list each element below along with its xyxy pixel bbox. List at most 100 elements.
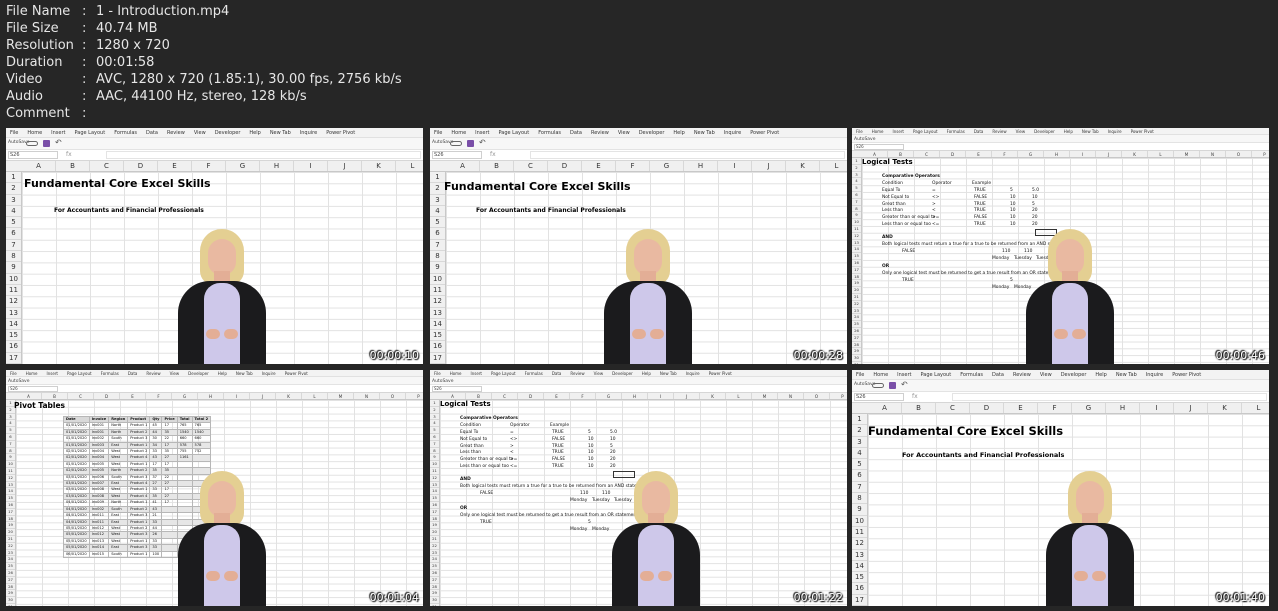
and-result: FALSE <box>480 491 494 496</box>
ribbon-tab: Developer <box>1034 129 1055 134</box>
row-header: 31 <box>6 604 15 606</box>
row-header: 12 <box>852 538 867 550</box>
ribbon-tab: Home <box>27 130 43 136</box>
row-header: 24 <box>852 314 861 322</box>
column-header: C <box>492 393 518 399</box>
ribbon-tabs: File Home Insert Page Layout Formulas Data Rev… <box>6 128 423 138</box>
resolution-value: 1280 x 720 <box>96 38 170 53</box>
duration-value: 00:01:58 <box>96 55 155 70</box>
row-header: 4 <box>430 206 445 218</box>
thumbnail-4[interactable]: File Home Insert Page Layout Formulas Data Rev… <box>6 370 423 606</box>
ribbon-tab: Help <box>641 371 651 376</box>
column-header: P <box>406 393 423 399</box>
row-header: 21 <box>430 536 439 543</box>
timestamp: 00:01:22 <box>793 591 843 604</box>
ribbon-tab: Insert <box>46 371 58 376</box>
column-header: N <box>1200 151 1226 157</box>
column-header: M <box>1174 151 1200 157</box>
row-header: 10 <box>430 274 445 285</box>
table-cell: 05/01/2020 <box>63 544 90 552</box>
ribbon-tab: Home <box>871 129 884 134</box>
table-cell: 05/01/2020 <box>63 537 90 546</box>
column-header: F <box>146 393 172 399</box>
table-cell: Product 3 <box>127 435 151 443</box>
row-headers: 1 2 3 4 5 6 7 8 9 10 11 12 13 14 15 16 17 18 19 20 21 22 23 24 2… <box>6 400 16 606</box>
table-cell: Product 2 <box>127 524 151 533</box>
column-header: C <box>90 161 124 171</box>
timestamp: 00:01:40 <box>1215 591 1265 604</box>
row-header: 23 <box>6 550 15 557</box>
row-header: 7 <box>852 482 867 494</box>
row-header: 27 <box>852 335 861 342</box>
row-header: 4 <box>852 178 861 186</box>
column-header: L <box>820 161 847 171</box>
column-header: K <box>700 393 726 399</box>
ribbon-tab: Inquire <box>1107 129 1122 134</box>
ribbon-tab: Page Layout <box>67 371 92 376</box>
thumbnail-3[interactable]: File Home Insert Page Layout Formulas Data Rev… <box>852 128 1269 364</box>
row-header: 10 <box>6 274 21 285</box>
ribbon-tab: Review <box>992 129 1007 134</box>
sheet-subtitle: For Accountants and Financial Profession… <box>902 451 1065 459</box>
column-header: L <box>1242 403 1269 413</box>
logic-cell: Great than <box>882 201 906 207</box>
logic-cell: TRUE <box>974 201 986 207</box>
undo-icon: ↶ <box>479 138 486 147</box>
undo-icon: ↶ <box>55 138 62 147</box>
row-header: 11 <box>852 527 867 539</box>
logic-cell: TRUE <box>974 188 986 193</box>
column-header: K <box>276 393 302 399</box>
logic-cell: <= <box>932 222 940 227</box>
thumbnail-1[interactable]: File Home Insert Page Layout Formulas Data Rev… <box>6 128 423 364</box>
column-header: A <box>446 161 480 171</box>
row-header: 1 <box>852 158 861 165</box>
logic-cell: 10 <box>1010 201 1016 207</box>
row-header: 30 <box>852 355 861 362</box>
row-header: 4 <box>852 448 867 460</box>
column-header: F <box>192 161 226 171</box>
row-header: 5 <box>852 459 867 471</box>
ribbon-tab: Home <box>873 372 889 378</box>
row-header: 9 <box>6 262 21 274</box>
thumbnail-2[interactable]: File Home Insert Page Layout Formulas Data Rev… <box>430 128 847 364</box>
and-label: AND <box>882 235 893 240</box>
table-cell: 04/01/2020 <box>63 505 90 514</box>
column-header: E <box>158 161 192 171</box>
column-header: F <box>570 393 596 399</box>
column-header: C <box>68 393 94 399</box>
row-header: 19 <box>852 280 861 288</box>
row-header: 9 <box>430 454 439 462</box>
ribbon-tab: Help <box>249 130 261 136</box>
formula-bar: S26 fx <box>6 150 423 161</box>
table-cell: 01/01/2020 <box>63 428 90 437</box>
meta-row-audio: Audio: AAC, 44100 Hz, stereo, 128 kb/s <box>6 89 307 104</box>
row-header: 3 <box>852 437 867 448</box>
ribbon-tab: Inquire <box>261 371 276 376</box>
fx-icon: fx <box>912 393 918 400</box>
meta-row-video: Video: AVC, 1280 x 720 (1.85:1), 30.00 fp… <box>6 72 402 87</box>
ribbon-tab: Inquire <box>723 130 742 136</box>
ribbon-tabs: File Home Insert Page Layout Formulas Data Rev… <box>852 128 1269 135</box>
thumbnail-5[interactable]: File Home Insert Page Layout Formulas Data Rev… <box>430 370 847 606</box>
logic-cell: TRUE <box>974 208 986 214</box>
ribbon-tab: New Tab <box>269 130 291 136</box>
ribbon-tab: Data <box>146 130 158 136</box>
logic-cell: 10 <box>588 436 594 442</box>
row-header: 31 <box>852 362 861 364</box>
thumbnail-6[interactable]: File Home Insert Page Layout Formulas Data Rev… <box>852 370 1269 606</box>
table-cell: 01/01/2020 <box>63 422 90 430</box>
formula-bar: S26 <box>430 385 847 393</box>
row-header: 6 <box>852 470 867 482</box>
ribbon-tab: Data <box>973 129 984 134</box>
ribbon-tab: Home <box>25 371 38 376</box>
ribbon-tab: File <box>434 371 441 376</box>
column-header: B <box>466 393 492 399</box>
formula-bar: S26 fx <box>430 150 847 161</box>
column-header: K <box>1208 403 1242 413</box>
file-metadata: File Name:1 - Introduction.mp4 File Size… <box>6 3 402 122</box>
row-header: 16 <box>852 260 861 267</box>
table-cell: 01/01/2020 <box>63 435 90 443</box>
row-header: 29 <box>430 590 439 598</box>
column-header: J <box>674 393 700 399</box>
row-header: 9 <box>852 212 861 220</box>
